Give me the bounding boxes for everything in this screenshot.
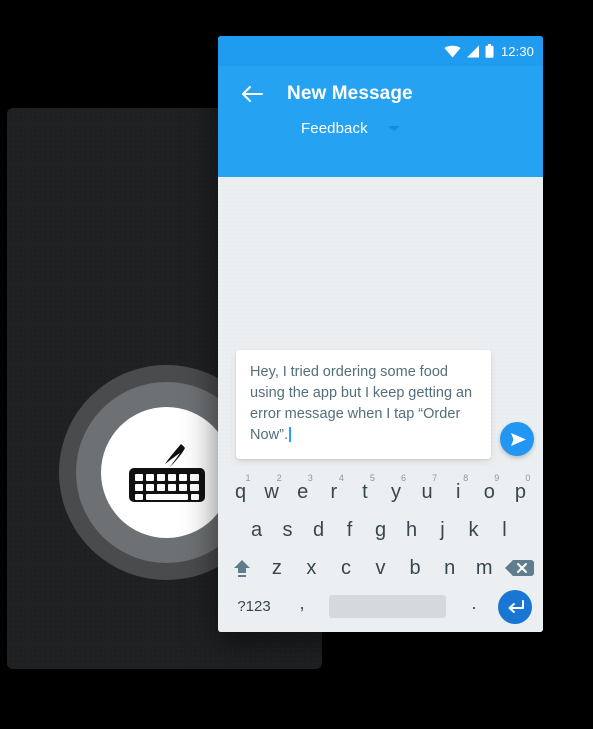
app-bar: New Message Feedback <box>218 66 543 182</box>
key-j-label: j <box>440 518 445 541</box>
key-f-label: f <box>346 518 353 541</box>
message-input-bubble[interactable]: Hey, I tried ordering some food using th… <box>236 350 491 459</box>
key-k-label: k <box>468 518 479 541</box>
key-w-label: w <box>264 480 279 503</box>
key-l[interactable]: l <box>489 511 520 548</box>
enter-icon <box>498 589 532 624</box>
key-t[interactable]: 5t <box>349 473 380 510</box>
category-label: Feedback <box>301 120 368 137</box>
key-c-label: c <box>340 557 351 580</box>
key-enter[interactable] <box>496 589 534 624</box>
keyboard-row-4: ?123 , . <box>225 588 536 626</box>
chevron-down-icon <box>387 126 400 131</box>
key-d[interactable]: d <box>303 511 334 548</box>
key-h[interactable]: h <box>396 511 427 548</box>
key-q-label: q <box>234 480 247 503</box>
key-s[interactable]: s <box>272 511 303 548</box>
key-o[interactable]: 9o <box>474 473 505 510</box>
key-z[interactable]: z <box>260 550 295 587</box>
send-icon <box>508 432 527 447</box>
key-f[interactable]: f <box>334 511 365 548</box>
key-i-label: i <box>455 480 461 503</box>
back-arrow-icon[interactable] <box>239 81 265 107</box>
key-x[interactable]: x <box>294 550 329 587</box>
key-j[interactable]: j <box>427 511 458 548</box>
key-a-label: a <box>250 518 263 541</box>
on-screen-keyboard[interactable]: 1q 2w 3e 4r 5t 6y 7u 8i 9o 0p a s d f g … <box>218 466 543 632</box>
app-bar-top-row: New Message <box>239 71 543 117</box>
key-o-number: 9 <box>494 473 500 483</box>
screenshot-stage: 12:30 New Message Feedback Hey, I tried … <box>0 0 593 729</box>
key-t-number: 5 <box>369 473 375 483</box>
backspace-icon[interactable] <box>502 550 537 587</box>
battery-icon <box>485 44 494 58</box>
wifi-icon <box>444 45 461 58</box>
key-q[interactable]: 1q <box>225 473 256 510</box>
key-q-number: 1 <box>245 473 251 483</box>
key-n[interactable]: n <box>432 550 467 587</box>
key-y-label: y <box>391 480 402 503</box>
key-r[interactable]: 4r <box>318 473 349 510</box>
key-e-number: 3 <box>307 473 313 483</box>
key-g-label: g <box>374 518 387 541</box>
key-o-label: o <box>483 480 495 503</box>
key-space[interactable] <box>329 595 446 619</box>
text-cursor <box>289 427 291 442</box>
key-y-number: 6 <box>401 473 407 483</box>
compose-row: Hey, I tried ordering some food using th… <box>218 350 543 459</box>
key-u-label: u <box>421 480 433 503</box>
message-text-wrap: Hey, I tried ordering some food using th… <box>250 362 477 446</box>
phone-screen-panel: 12:30 New Message Feedback Hey, I tried … <box>218 36 543 632</box>
shift-icon[interactable] <box>225 550 260 587</box>
status-time: 12:30 <box>500 43 534 59</box>
key-w[interactable]: 2w <box>256 473 287 510</box>
key-y[interactable]: 6y <box>380 473 411 510</box>
key-e-label: e <box>297 480 309 503</box>
key-h-label: h <box>405 518 418 541</box>
key-v[interactable]: v <box>363 550 398 587</box>
key-p[interactable]: 0p <box>505 473 536 510</box>
signal-icon <box>466 45 480 58</box>
keyboard-row-3: z x c v b n m <box>225 550 536 587</box>
key-k[interactable]: k <box>458 511 489 548</box>
key-n-label: n <box>444 557 456 580</box>
key-c[interactable]: c <box>329 550 364 587</box>
key-u-number: 7 <box>432 473 438 483</box>
status-bar: 12:30 <box>218 36 543 66</box>
key-u[interactable]: 7u <box>412 473 443 510</box>
key-p-number: 0 <box>525 473 531 483</box>
send-button[interactable] <box>500 422 534 456</box>
key-d-label: d <box>312 518 325 541</box>
key-m-label: m <box>475 557 493 580</box>
key-b-label: b <box>409 557 421 580</box>
key-w-number: 2 <box>276 473 282 483</box>
key-g[interactable]: g <box>365 511 396 548</box>
keyboard-row-1: 1q 2w 3e 4r 5t 6y 7u 8i 9o 0p <box>225 473 536 510</box>
keyboard-with-swipe-icon <box>101 407 232 538</box>
key-l-label: l <box>502 518 507 541</box>
key-symbols[interactable]: ?123 <box>227 598 281 615</box>
key-comma[interactable]: , <box>281 593 323 620</box>
page-title: New Message <box>287 83 413 104</box>
key-s-label: s <box>282 518 293 541</box>
category-selector[interactable]: Feedback <box>301 120 543 137</box>
key-i[interactable]: 8i <box>443 473 474 510</box>
key-period[interactable]: . <box>452 593 496 620</box>
message-text: Hey, I tried ordering some food using th… <box>250 364 473 443</box>
key-r-number: 4 <box>338 473 344 483</box>
key-z-label: z <box>271 557 282 580</box>
key-m[interactable]: m <box>467 550 502 587</box>
conversation-area: Hey, I tried ordering some food using th… <box>218 177 543 466</box>
key-v-label: v <box>375 557 386 580</box>
key-b[interactable]: b <box>398 550 433 587</box>
key-e[interactable]: 3e <box>287 473 318 510</box>
key-i-number: 8 <box>463 473 469 483</box>
key-p-label: p <box>514 480 526 503</box>
key-x-label: x <box>306 557 317 580</box>
keyboard-row-2: a s d f g h j k l <box>225 511 536 548</box>
key-r-label: r <box>330 480 338 503</box>
key-a[interactable]: a <box>241 511 272 548</box>
key-t-label: t <box>362 480 368 503</box>
